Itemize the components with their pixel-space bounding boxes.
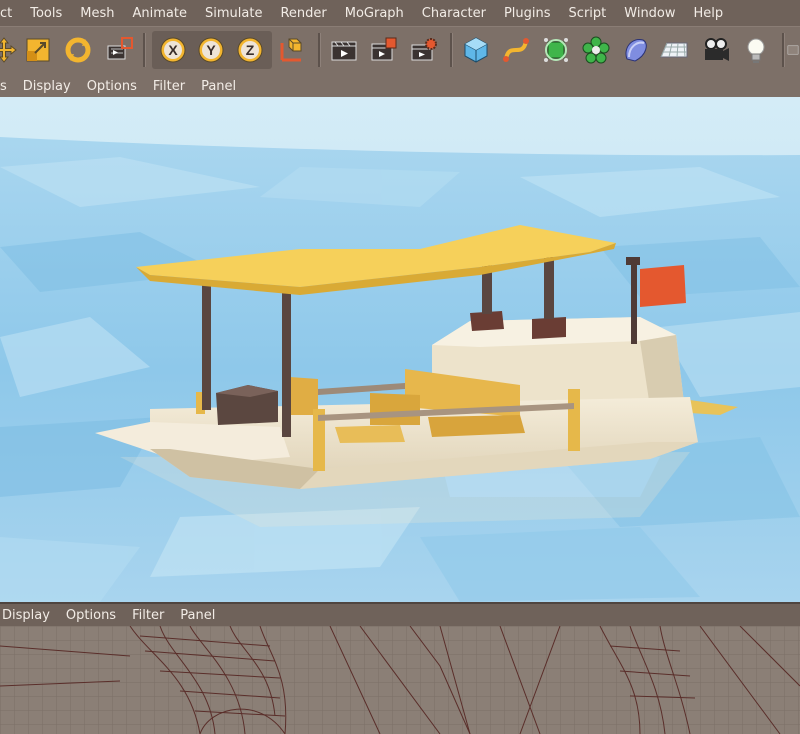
render-picture-viewer-icon[interactable] [366, 32, 402, 68]
menu-mograph[interactable]: MoGraph [336, 6, 413, 21]
menu-render[interactable]: Render [271, 6, 335, 21]
viewport-menu-display[interactable]: Display [0, 608, 58, 623]
wireframe-render [0, 626, 800, 734]
viewport-menu-filter[interactable]: Filter [124, 608, 172, 623]
wireframe-viewport[interactable] [0, 626, 800, 734]
spline-pen-icon[interactable] [498, 32, 534, 68]
cube-icon[interactable] [458, 32, 494, 68]
z-axis-lock-icon[interactable]: Z [232, 32, 268, 68]
viewport-menu-cameras[interactable]: s [0, 79, 15, 94]
viewport-menu-panel[interactable]: Panel [193, 79, 244, 94]
svg-text:X: X [168, 42, 178, 58]
floor-icon[interactable] [656, 32, 692, 68]
toolbar-separator [318, 33, 321, 67]
move-icon[interactable] [0, 32, 22, 68]
x-axis-lock-icon[interactable]: X [155, 32, 191, 68]
toolbar-separator [450, 33, 453, 67]
main-toolbar: X Y Z [0, 26, 800, 76]
array-icon[interactable] [578, 32, 614, 68]
menu-plugins[interactable]: Plugins [495, 6, 560, 21]
menu-tools[interactable]: Tools [21, 6, 71, 21]
camera-icon[interactable] [698, 32, 734, 68]
menu-script[interactable]: Script [560, 6, 616, 21]
viewport-menu-panel[interactable]: Panel [172, 608, 223, 623]
render-settings-icon[interactable] [406, 32, 442, 68]
viewport-menu-bottom: Display Options Filter Panel [0, 604, 800, 626]
scale-icon[interactable] [20, 32, 56, 68]
menu-character[interactable]: Character [413, 6, 495, 21]
render-region-icon[interactable] [102, 32, 138, 68]
toolbar-separator [782, 33, 785, 67]
menu-object[interactable]: ct [0, 6, 21, 21]
main-menubar: ct Tools Mesh Animate Simulate Render Mo… [0, 0, 800, 26]
nurbs-icon[interactable] [538, 32, 574, 68]
menu-help[interactable]: Help [685, 6, 733, 21]
perspective-viewport[interactable] [0, 97, 800, 602]
svg-text:Z: Z [246, 42, 255, 58]
menu-window[interactable]: Window [615, 6, 684, 21]
light-icon[interactable] [738, 32, 774, 68]
viewport-menu-options[interactable]: Options [58, 608, 124, 623]
deformer-icon[interactable] [618, 32, 654, 68]
scene-render [0, 97, 800, 602]
menu-simulate[interactable]: Simulate [196, 6, 271, 21]
render-view-icon[interactable] [326, 32, 362, 68]
rotate-icon[interactable] [60, 32, 96, 68]
y-axis-lock-icon[interactable]: Y [193, 32, 229, 68]
coordinate-system-icon[interactable] [274, 32, 310, 68]
svg-text:Y: Y [206, 42, 216, 58]
overflow-icon[interactable] [786, 32, 800, 68]
menu-mesh[interactable]: Mesh [71, 6, 123, 21]
menu-animate[interactable]: Animate [124, 6, 196, 21]
viewport-menu-filter[interactable]: Filter [145, 79, 193, 94]
viewport-menu-top: s Display Options Filter Panel [0, 75, 800, 97]
toolbar-separator [143, 33, 146, 67]
viewport-menu-options[interactable]: Options [79, 79, 145, 94]
viewport-menu-display[interactable]: Display [15, 79, 79, 94]
